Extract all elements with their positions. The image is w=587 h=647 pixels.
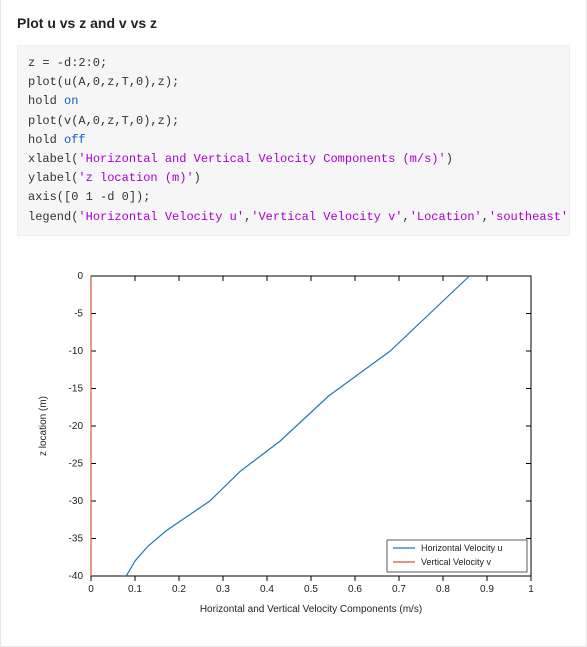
code-line-3-hold: hold (28, 94, 64, 108)
series-horizontal-u (126, 276, 469, 576)
code-line-2: plot(u(A,0,z,T,0),z); (28, 75, 179, 89)
y-tick-label: -30 (69, 496, 84, 507)
x-tick-label: 0.4 (260, 584, 274, 595)
code-line-9-legend-open: legend( (28, 210, 78, 224)
y-tick-label: -5 (74, 308, 83, 319)
code-string-legend-2: 'Vertical Velocity v' (251, 210, 402, 224)
code-string-xlabel: 'Horizontal and Vertical Velocity Compon… (78, 152, 445, 166)
code-line-6-close: ) (446, 152, 453, 166)
code-line-4: plot(v(A,0,z,T,0),z); (28, 114, 179, 128)
y-tick-label: -35 (69, 533, 84, 544)
chart-svg: 0 0.1 0.2 0.3 0.4 0.5 0.6 0.7 0.8 0.9 1 0 -5 -10 -15 -2… (21, 266, 561, 626)
chart-area: 0 0.1 0.2 0.3 0.4 0.5 0.6 0.7 0.8 0.9 1 0 -5 -10 -15 -2… (1, 246, 586, 646)
code-block: z = -d:2:0; plot(u(A,0,z,T,0),z); hold o… (17, 45, 570, 236)
code-line-7-close: ) (194, 171, 201, 185)
plot-border (91, 276, 531, 576)
code-string-location: 'Location' (410, 210, 482, 224)
x-tick-label: 1 (528, 584, 534, 595)
code-line-8: axis([0 1 -d 0]); (28, 190, 150, 204)
section: Plot u vs z and v vs z z = -d:2:0; plot(… (1, 0, 586, 246)
legend-label: Vertical Velocity v (421, 557, 492, 567)
x-tick-label: 0.3 (216, 584, 230, 595)
code-string-ylabel: 'z location (m)' (78, 171, 193, 185)
code-line-6-xlabel-open: xlabel( (28, 152, 78, 166)
y-tick-label: -15 (69, 383, 84, 394)
x-axis-title: Horizontal and Vertical Velocity Compone… (200, 604, 422, 615)
x-tick-label: 0.6 (348, 584, 362, 595)
y-tick-label: -25 (69, 458, 84, 469)
x-tick-label: 0.7 (392, 584, 406, 595)
y-tick-label: -10 (69, 346, 84, 357)
code-string-southeast: 'southeast' (489, 210, 568, 224)
code-line-5-hold: hold (28, 133, 64, 147)
x-tick-label: 0 (88, 584, 94, 595)
x-tick-label: 0.2 (172, 584, 186, 595)
code-line-7-ylabel-open: ylabel( (28, 171, 78, 185)
x-tick-label: 0.8 (436, 584, 450, 595)
y-axis-title: z location (m) (38, 396, 49, 456)
code-string-legend-1: 'Horizontal Velocity u' (78, 210, 244, 224)
section-title: Plot u vs z and v vs z (17, 15, 570, 31)
x-tick-label: 0.9 (480, 584, 494, 595)
code-keyword-off: off (64, 133, 86, 147)
y-tick-label: -20 (69, 421, 84, 432)
y-tick-label: 0 (77, 271, 83, 282)
code-line-1: z = -d:2:0; (28, 56, 107, 70)
x-tick-label: 0.1 (128, 584, 142, 595)
x-tick-label: 0.5 (304, 584, 318, 595)
legend-label: Horizontal Velocity u (421, 543, 503, 553)
y-tick-label: -40 (69, 571, 84, 582)
code-keyword-on: on (64, 94, 78, 108)
